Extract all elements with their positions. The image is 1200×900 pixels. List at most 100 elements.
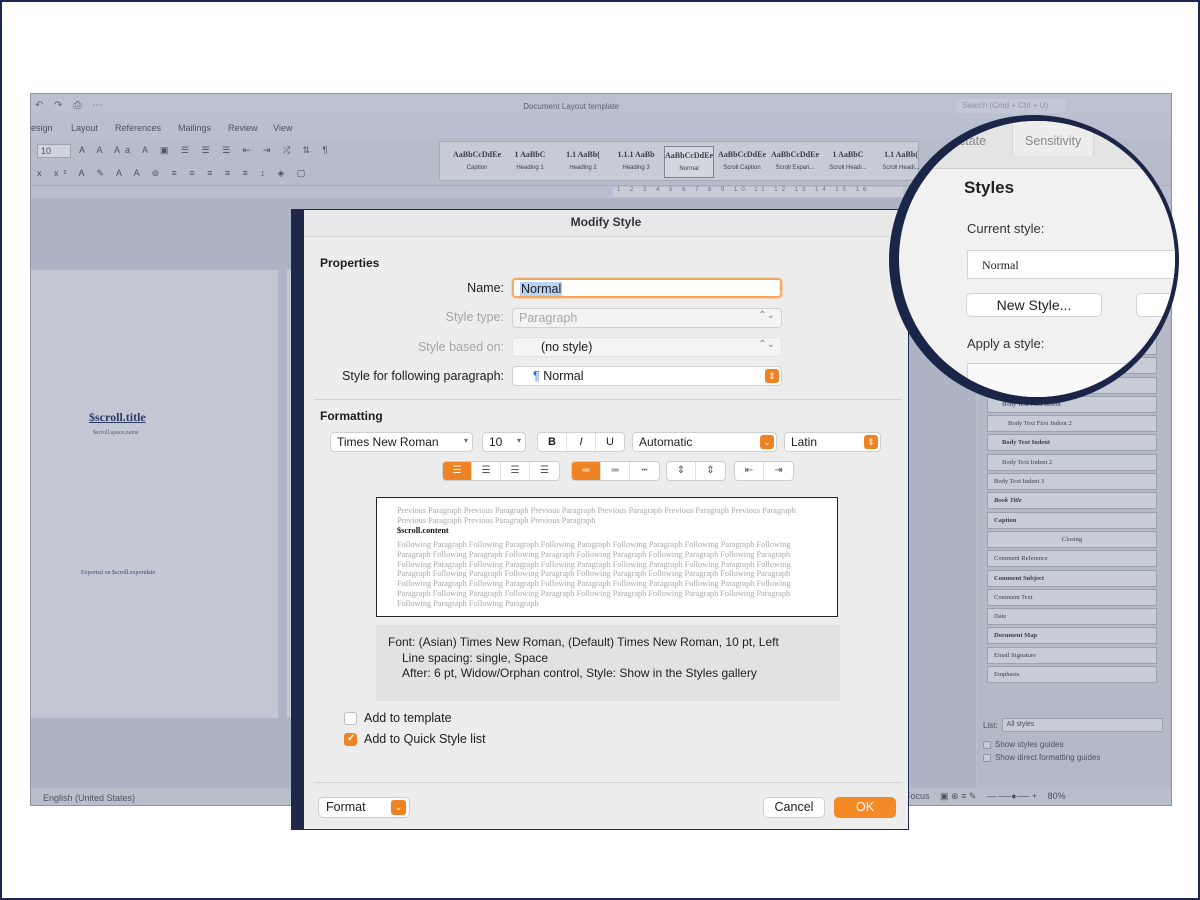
style-type-label: Style type:: [445, 310, 504, 324]
show-styles-guides[interactable]: Show styles guides: [983, 740, 1163, 749]
bold-italic-underline: B I U: [537, 432, 625, 452]
gallery-style[interactable]: AaBbCcDdEe Scroll Expan...: [770, 146, 820, 178]
style-list-item[interactable]: Body Text Indent 2: [987, 453, 1157, 471]
ruler[interactable]: 1 2 3 4 5 6 7 8 9 10 11 12 13 14 15 16: [613, 187, 903, 197]
style-list-item[interactable]: Caption: [987, 511, 1157, 529]
color-select[interactable]: Automatic ⌄: [632, 432, 777, 452]
name-value: Normal: [520, 282, 563, 296]
add-to-quick-style[interactable]: Add to Quick Style list: [344, 732, 486, 746]
style-list-item[interactable]: Closing: [987, 530, 1157, 548]
add-quick-checkbox[interactable]: [344, 732, 357, 746]
formatting-icons[interactable]: A A Aa A ▣ ☰ ☰ ☰ ⇤ ⇥ ⤮ ⇅ ¶: [79, 145, 332, 156]
double-spacing-icon[interactable]: ┅: [630, 462, 659, 480]
one-half-spacing-icon[interactable]: ═: [601, 462, 630, 480]
single-spacing-icon[interactable]: ═: [572, 462, 601, 480]
style-list-item[interactable]: Comment Subject: [987, 569, 1157, 587]
tab-references[interactable]: References: [115, 123, 161, 133]
list-select[interactable]: All styles: [1001, 718, 1163, 732]
page-export-date: Exported on $scroll.exportdate: [81, 570, 156, 576]
gallery-style-selected[interactable]: AaBbCcDdEe Normal: [664, 146, 714, 178]
divider: [314, 782, 902, 783]
search-input[interactable]: Search (Cmd + Ctrl + U): [956, 99, 1066, 113]
style-type-select[interactable]: Paragraph ⌃⌄: [512, 308, 782, 328]
gallery-style[interactable]: 1.1.1 AaBb Heading 3: [611, 146, 661, 178]
styles-options: List: All styles Show styles guides Show …: [983, 718, 1163, 766]
style-list-item[interactable]: Date: [987, 608, 1157, 626]
apply-style-field[interactable]: [967, 363, 1175, 397]
bold-button[interactable]: B: [538, 433, 567, 451]
chevron-down-icon: ⌄: [391, 800, 406, 815]
name-field[interactable]: Normal: [512, 278, 782, 298]
gallery-style[interactable]: 1 AaBbC Heading 1: [505, 146, 555, 178]
zoom-slider[interactable]: — ──●── +: [987, 791, 1037, 801]
increase-indent-icon[interactable]: ⇥: [764, 462, 793, 480]
chevron-down-icon: ▾: [516, 436, 521, 445]
style-list-item[interactable]: Book Title: [987, 492, 1157, 510]
gallery-style[interactable]: 1.1 AaBb(Heading 2: [558, 146, 608, 178]
style-list-item[interactable]: Comment Text: [987, 588, 1157, 606]
decrease-indent-icon[interactable]: ⇤: [735, 462, 764, 480]
tab-sensitivity[interactable]: Sensitivity: [1012, 121, 1095, 156]
document-title: Document Layout template: [523, 102, 619, 111]
following-select[interactable]: ¶ Normal ⇕: [512, 366, 782, 386]
tab-view[interactable]: View: [273, 123, 292, 133]
new-style-button[interactable]: New Style...: [966, 293, 1102, 317]
style-list-item[interactable]: Document Map: [987, 627, 1157, 645]
add-template-checkbox[interactable]: [344, 711, 357, 725]
following-label: Style for following paragraph:: [342, 369, 504, 383]
style-list-item[interactable]: Body Text First Indent 2: [987, 415, 1157, 433]
select-all-button[interactable]: [1136, 293, 1175, 317]
tab-mailings[interactable]: Mailings: [178, 123, 211, 133]
size-select[interactable]: 10 ▾: [482, 432, 526, 452]
current-style-label: Current style:: [967, 221, 1045, 236]
tab-review[interactable]: Review: [228, 123, 258, 133]
style-list-item[interactable]: Emphasis: [987, 666, 1157, 684]
tab-design[interactable]: esign: [31, 123, 53, 133]
italic-button[interactable]: I: [567, 433, 596, 451]
quick-access-icons[interactable]: ↶ ↷ ⎙ ⋯: [35, 100, 106, 111]
font-select[interactable]: Times New Roman ▾: [330, 432, 473, 452]
formatting-icons-2[interactable]: x x² A ✎ A A ⊜ ≡ ≡ ≡ ≡ ≡ ↕ ◈ ▢: [37, 168, 310, 179]
format-button[interactable]: Format ⌄: [318, 797, 410, 818]
font-size-box[interactable]: 10: [37, 144, 71, 158]
checkbox-icon[interactable]: [983, 740, 991, 749]
decrease-spacing-icon[interactable]: ⇕: [667, 462, 696, 480]
underline-button[interactable]: U: [596, 433, 624, 451]
language-status[interactable]: English (United States): [43, 793, 135, 803]
tab-layout[interactable]: Layout: [71, 123, 98, 133]
add-to-template[interactable]: Add to template: [344, 711, 452, 725]
paragraph-spacing-group: ⇕ ⇕: [666, 461, 726, 481]
ok-button[interactable]: OK: [834, 797, 896, 818]
style-list-item[interactable]: Comment Reference: [987, 550, 1157, 568]
based-on-label: Style based on:: [417, 340, 504, 354]
style-list-item[interactable]: Body Text Indent: [987, 434, 1157, 452]
cancel-button[interactable]: Cancel: [763, 797, 825, 818]
based-on-select[interactable]: (no style) ⌃⌄: [512, 337, 782, 357]
tab-partial[interactable]: ctate: [959, 134, 986, 148]
line-spacing-group: ═ ═ ┅: [571, 461, 660, 481]
apply-style-label: Apply a style:: [967, 336, 1045, 351]
align-center-icon[interactable]: ☰: [472, 462, 501, 480]
checkbox-icon[interactable]: [983, 753, 991, 762]
align-justify-icon[interactable]: ☰: [530, 462, 559, 480]
align-left-icon[interactable]: ☰: [443, 462, 472, 480]
document-page[interactable]: $scroll.title $scroll.space.name Exporte…: [31, 270, 278, 718]
gallery-style[interactable]: 1 AaBbC Scroll Headi...: [823, 146, 873, 178]
style-list-item[interactable]: Body Text Indent 3: [987, 473, 1157, 491]
style-description: Font: (Asian) Times New Roman, (Default)…: [376, 625, 840, 701]
modify-style-dialog: Modify Style Properties Name: Normal Sty…: [301, 209, 909, 830]
description-line: Line spacing: single, Space: [402, 650, 549, 665]
zoom-level[interactable]: 80%: [1048, 791, 1066, 801]
gallery-style[interactable]: AaBbCcDdEe Caption: [452, 146, 502, 178]
view-icons[interactable]: ▣ ⊕ ≡ ✎: [940, 791, 976, 802]
show-direct-guides[interactable]: Show direct formatting guides: [983, 753, 1163, 762]
style-list-item[interactable]: Email Signature: [987, 646, 1157, 664]
font-value: Times New Roman: [337, 435, 439, 449]
dialog-edge: [291, 209, 301, 830]
gallery-style[interactable]: AaBbCcDdEe Scroll Caption: [717, 146, 767, 178]
script-select[interactable]: Latin ⇕: [784, 432, 881, 452]
increase-spacing-icon[interactable]: ⇕: [696, 462, 725, 480]
align-right-icon[interactable]: ☰: [501, 462, 530, 480]
add-quick-label: Add to Quick Style list: [364, 732, 486, 746]
show-direct-label: Show direct formatting guides: [995, 753, 1101, 762]
